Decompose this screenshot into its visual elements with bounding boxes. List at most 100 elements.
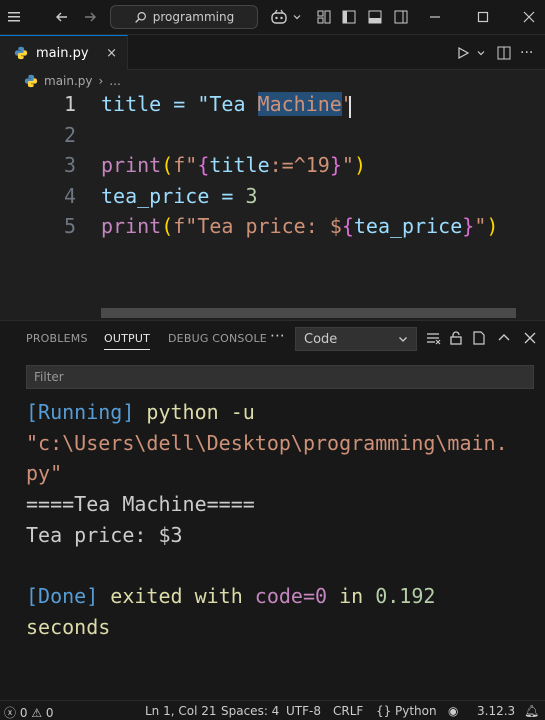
code-token: ( [161, 214, 174, 238]
tab-debug-console[interactable]: DEBUG CONSOLE [168, 332, 267, 345]
copilot-icon[interactable] [270, 5, 288, 29]
editor-tab-bar: main.py × ··· [0, 35, 545, 70]
output-blank-line [26, 551, 536, 582]
notifications-bell-icon[interactable]: 🔔︎ [524, 704, 539, 718]
chevron-down-icon [399, 337, 407, 342]
error-icon: ⓧ [4, 706, 17, 720]
tab-output[interactable]: OUTPUT [104, 332, 151, 350]
code-line: 2 [0, 123, 545, 153]
code-line: 1 title = "Tea Machine" [0, 92, 545, 122]
toggle-panel-icon[interactable] [367, 5, 383, 29]
panel-tabs: PROBLEMS OUTPUT DEBUG CONSOLE ··· Code [0, 321, 545, 357]
output-line: Tea price: $3 [26, 522, 183, 547]
code-text: print(f"Tea price: ${tea_price}") [101, 214, 498, 238]
code-line: 5 print(f"Tea price: ${tea_price}") [0, 214, 545, 244]
code-token: print [101, 214, 162, 238]
output-channel-select[interactable]: Code [295, 327, 417, 351]
output-line: "c:\Users\dell\Desktop\programming\main. [26, 430, 508, 455]
code-editor[interactable]: 1 title = "Tea Machine" 2 3 print(f"{tit… [0, 92, 545, 320]
search-icon [134, 11, 146, 23]
open-in-editor-icon[interactable] [470, 329, 488, 347]
language-mode[interactable]: Python [395, 704, 437, 718]
code-token: 3 [245, 183, 258, 208]
title-bar: programming [0, 0, 545, 35]
lock-scroll-icon[interactable] [447, 329, 465, 347]
code-token: f"Tea price: $ [173, 214, 342, 238]
output-line: py" [26, 461, 63, 486]
output-channel-value: Code [304, 331, 338, 347]
output-line: [Done] exited with code=0 in 0.192 [26, 581, 536, 612]
encoding-status[interactable]: UTF-8 [286, 704, 321, 718]
minimize-icon[interactable] [428, 5, 442, 29]
code-token: ( [161, 153, 174, 177]
code-token: } [329, 153, 342, 177]
output-token: [Running] [26, 400, 135, 424]
code-token: title [209, 153, 270, 177]
problems-status[interactable]: ⓧ 0 ⚠ 0 [4, 704, 54, 720]
toggle-primary-sidebar-icon[interactable] [341, 5, 357, 29]
code-token: print [101, 153, 162, 177]
code-line: 3 print(f"{title:=^19}") [0, 153, 545, 183]
run-python-file-icon[interactable] [456, 41, 470, 65]
customize-layout-icon[interactable] [316, 5, 332, 29]
code-token: title = "Tea [101, 92, 258, 116]
line-number: 4 [63, 183, 76, 208]
code-token: :=^19 [269, 153, 330, 177]
python-file-icon [24, 74, 38, 88]
horizontal-scrollbar[interactable] [101, 308, 516, 318]
output-token: 0.192 [375, 584, 436, 609]
run-dropdown-chevron-icon[interactable] [476, 41, 486, 65]
code-token: f" [173, 153, 198, 177]
output-token: exited with [98, 584, 255, 609]
text-cursor [349, 96, 351, 118]
warning-icon: ⚠ [31, 706, 43, 720]
code-token: ) [353, 153, 366, 177]
command-center-search[interactable]: programming [110, 5, 258, 29]
output-log: [Running] python -u "c:\Users\dell\Deskto… [26, 397, 536, 643]
panel-more-icon[interactable]: ··· [270, 327, 285, 345]
bottom-panel: PROBLEMS OUTPUT DEBUG CONSOLE ··· Code F… [0, 320, 545, 700]
cursor-position[interactable]: Ln 1, Col 21 [145, 704, 217, 718]
copilot-status-icon[interactable]: ◉ [448, 704, 458, 718]
error-count: 0 [19, 706, 28, 720]
output-token: [Done] [26, 584, 99, 609]
language-braces-icon: {} [376, 704, 392, 718]
vscode-menu-icon[interactable] [6, 5, 22, 29]
more-actions-icon[interactable]: ··· [520, 41, 533, 65]
clear-output-icon[interactable] [424, 329, 442, 347]
output-line: [Running] python -u [26, 397, 536, 428]
breadcrumb[interactable]: main.py › ... [0, 70, 545, 92]
split-editor-icon[interactable] [496, 41, 512, 65]
toggle-secondary-sidebar-icon[interactable] [393, 5, 409, 29]
close-panel-icon[interactable] [521, 329, 539, 347]
forward-arrow-icon[interactable] [82, 5, 98, 29]
line-number: 2 [63, 122, 76, 147]
breadcrumb-more[interactable]: ... [109, 74, 120, 88]
indentation-status[interactable]: Spaces: 4 [221, 704, 279, 718]
code-token: } [462, 214, 475, 238]
back-arrow-icon[interactable] [54, 5, 70, 29]
copilot-dropdown-chevron-icon[interactable] [292, 5, 302, 29]
code-token: " [474, 214, 487, 238]
code-line: 4 tea_price = 3 [0, 184, 545, 214]
close-window-icon[interactable] [522, 5, 536, 29]
line-number: 3 [63, 153, 76, 177]
eol-status[interactable]: CRLF [333, 704, 363, 718]
code-text: tea_price = 3 [101, 184, 258, 208]
code-token: " [341, 92, 354, 116]
code-token: Machine [257, 92, 342, 116]
maximize-icon[interactable] [476, 5, 490, 29]
status-bar: ⓧ 0 ⚠ 0 Ln 1, Col 21 Spaces: 4 UTF-8 CRL… [0, 700, 545, 720]
warning-count: 0 [45, 706, 54, 720]
breadcrumb-file[interactable]: main.py [44, 74, 93, 88]
code-text: title = "Tea Machine" [101, 92, 354, 116]
output-filter-input[interactable]: Filter [26, 365, 534, 389]
tab-label: main.py [36, 45, 89, 61]
tab-close-icon[interactable]: × [106, 46, 117, 61]
tab-main-py[interactable]: main.py × [0, 35, 128, 70]
python-interpreter-version[interactable]: 3.12.3 [477, 704, 515, 718]
breadcrumb-separator-icon: › [98, 74, 104, 88]
tab-problems[interactable]: PROBLEMS [26, 332, 88, 345]
maximize-panel-chevron-up-icon[interactable] [495, 329, 513, 347]
code-text: print(f"{title:=^19}") [101, 153, 366, 177]
